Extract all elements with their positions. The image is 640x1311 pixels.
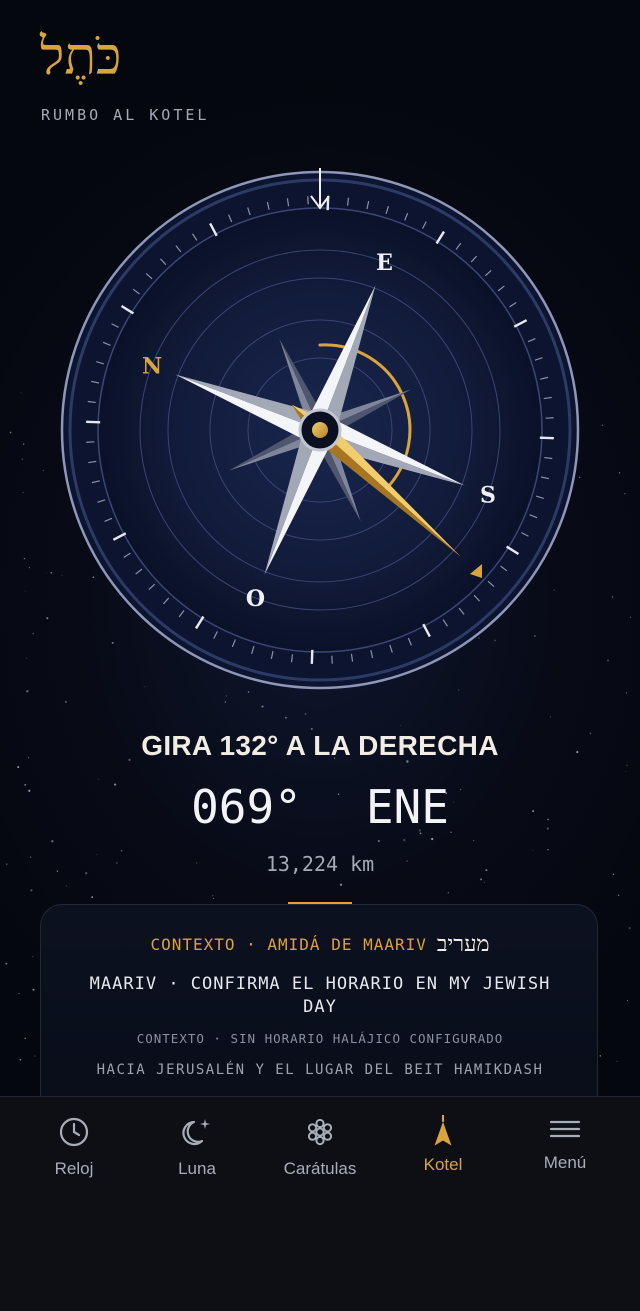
context-sub-2: HACIA JERUSALÉN Y EL LUGAR DEL BEIT HAMI…: [41, 1062, 599, 1078]
clock-icon: [57, 1115, 91, 1149]
tab-bar: Reloj Luna Carátulas Kotel Menú: [0, 1096, 640, 1311]
cardinal-north: N: [142, 354, 162, 380]
heading-degrees: 069°: [191, 780, 302, 834]
compass[interactable]: N E S O: [50, 160, 590, 700]
context-sub: CONTEXTO · SIN HORARIO HALÁJICO CONFIGUR…: [41, 1031, 599, 1046]
tab-label: Carátulas: [260, 1159, 380, 1179]
tab-label: Luna: [137, 1159, 257, 1179]
heading-readout: 069° ENE: [0, 780, 640, 834]
app-logo: כֹּתֶל: [40, 22, 121, 92]
cardinal-west: O: [246, 586, 265, 612]
distance-readout: 13,224 km: [0, 852, 640, 876]
heading-cardinal: ENE: [366, 780, 449, 834]
tab-luna[interactable]: Luna: [137, 1115, 257, 1179]
tab-label: Menú: [505, 1153, 625, 1173]
tab-kotel[interactable]: Kotel: [383, 1115, 503, 1175]
tab-menu[interactable]: Menú: [505, 1115, 625, 1173]
gold-divider: [288, 902, 352, 904]
context-header-label: CONTEXTO · AMIDÁ DE MAARIV: [150, 935, 426, 954]
context-card: CONTEXTO · AMIDÁ DE MAARIV מעריב MAARIV ·…: [40, 904, 598, 1124]
context-main: MAARIV · CONFIRMA EL HORARIO EN MY JEWIS…: [81, 973, 559, 1019]
context-hebrew: מעריב: [437, 932, 490, 957]
cardinal-east: E: [376, 250, 393, 276]
dials-icon: [303, 1115, 337, 1149]
tab-label: Kotel: [383, 1155, 503, 1175]
tab-caratulas[interactable]: Carátulas: [260, 1115, 380, 1179]
menu-icon: [548, 1115, 582, 1143]
tab-reloj[interactable]: Reloj: [14, 1115, 134, 1179]
context-header: CONTEXTO · AMIDÁ DE MAARIV מעריב: [41, 931, 599, 957]
app-subtitle: RUMBO AL KOTEL: [41, 106, 209, 124]
tab-label: Reloj: [14, 1159, 134, 1179]
kotel-arrow-icon: [426, 1115, 460, 1149]
cardinal-south: S: [480, 483, 496, 509]
turn-instruction: GIRA 132° A LA DERECHA: [0, 730, 640, 762]
moon-icon: [180, 1115, 214, 1149]
